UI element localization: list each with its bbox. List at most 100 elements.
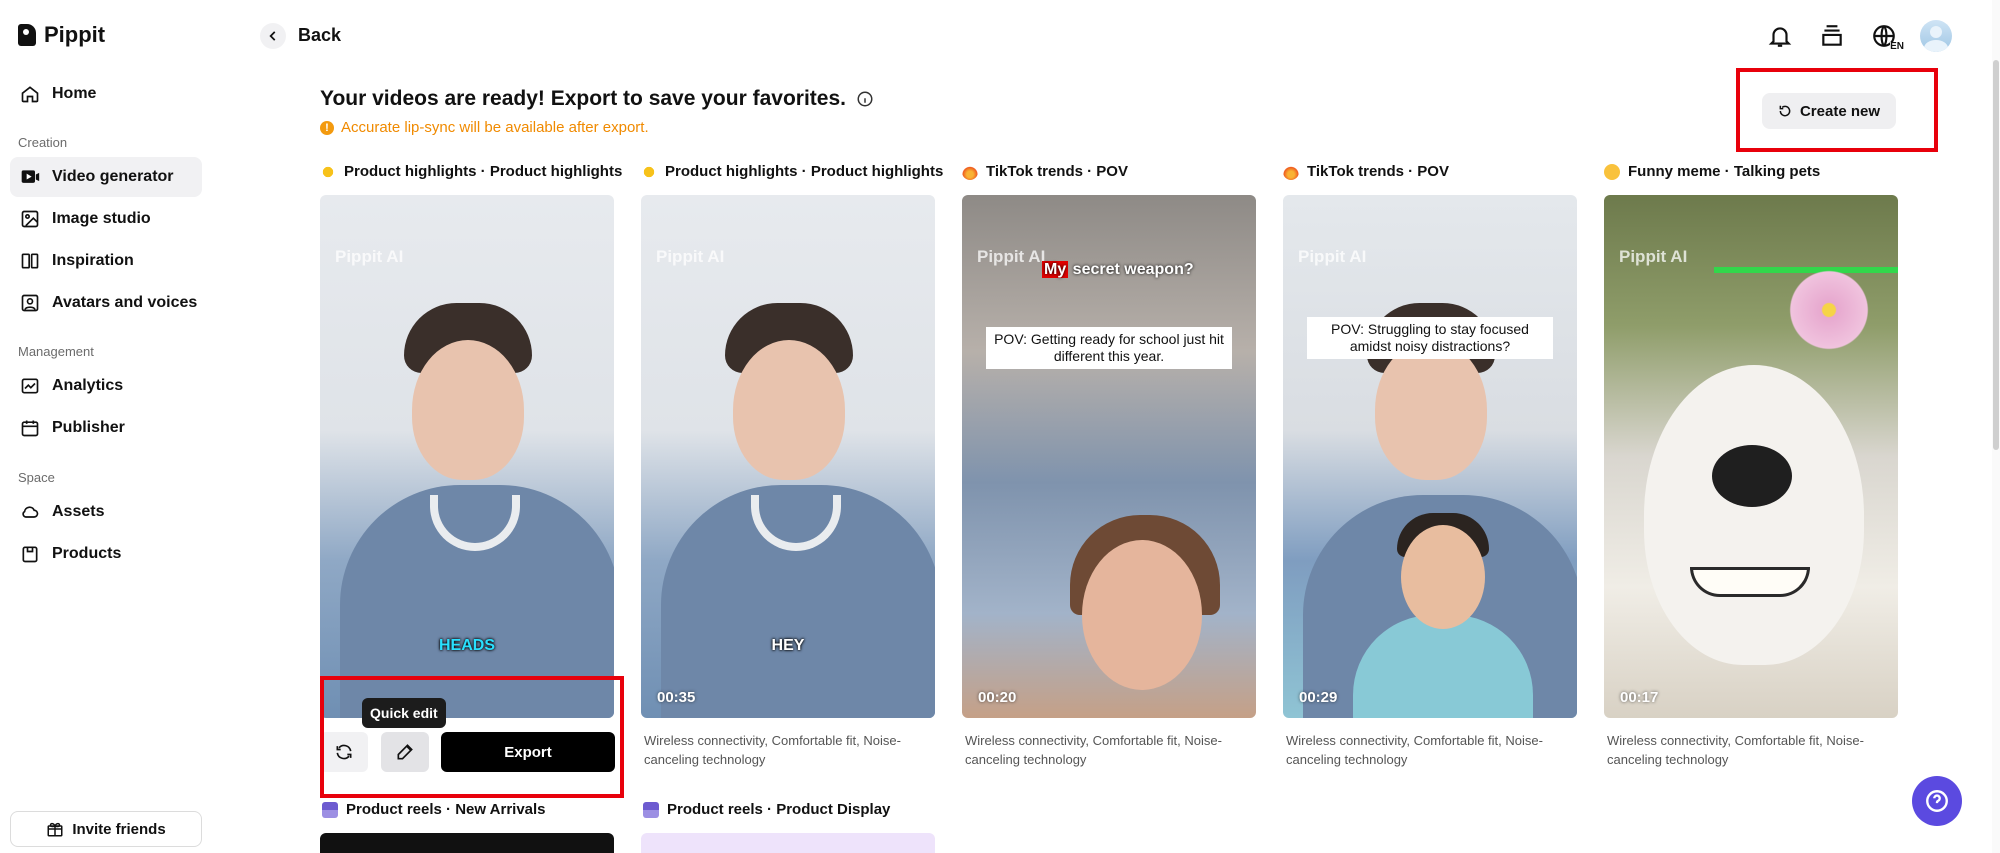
back-button[interactable] [260,23,286,49]
lip-sync-notice: ! Accurate lip-sync will be available af… [320,119,649,136]
inspiration-icon [21,253,39,269]
warning-icon: ! [320,120,334,135]
card-title-text: TikTok trends · POV [986,163,1128,180]
notifications-button[interactable] [1764,20,1796,52]
flower-graphic [1784,265,1874,355]
analytics-icon [21,378,39,394]
card-title-2: Product highlights · Product highlights [641,163,943,180]
sun-emoji-icon [320,163,336,180]
thumbnail-figure [1401,525,1485,629]
watermark: Pippit AI [1619,247,1688,266]
layers-button[interactable] [1816,20,1848,52]
highlight-box-create-new [1736,68,1938,152]
video-thumbnail-6[interactable] [320,833,614,853]
watermark: Pippit AI [335,247,404,266]
pov-caption: POV: Struggling to stay focused amidst n… [1307,317,1553,359]
video-caption: HEADS [438,637,495,654]
sidebar-item-avatars-and-voices[interactable]: Avatars and voices [10,283,202,323]
video-thumbnail-4[interactable]: Pippit AI POV: Struggling to stay focuse… [1283,195,1577,718]
video-duration: 00:17 [1620,689,1659,706]
card-title-text: TikTok trends · POV [1307,163,1449,180]
sidebar-item-label: Products [52,545,122,562]
section-label-creation: Creation [18,135,68,150]
sidebar-item-publisher[interactable]: Publisher [10,408,202,448]
video-duration: 00:35 [657,689,696,706]
sidebar-item-assets[interactable]: Assets [10,492,202,532]
bell-icon [1768,27,1792,47]
highlight-box-actions [320,676,624,798]
sidebar-item-label: Image studio [52,210,151,227]
video-thumbnail-1[interactable]: Pippit AI HEADS [320,195,614,718]
video-thumbnail-5[interactable]: Pippit AI 00:17 [1604,195,1898,718]
invite-friends-label: Invite friends [72,820,166,838]
card-description: Wireless connectivity, Comfortable fit, … [1286,733,1543,767]
info-icon[interactable] [856,90,874,108]
watermark: Pippit AI [977,247,1046,266]
dog-graphic [1644,365,1864,665]
card-description: Wireless connectivity, Comfortable fit, … [1607,733,1864,767]
card-title-5: Funny meme · Talking pets [1604,163,1820,180]
top-actions: EN [1764,20,1952,52]
video-duration: 00:20 [978,689,1017,706]
app-logo[interactable]: Pippit [18,22,105,48]
sidebar-item-label: Inspiration [52,252,134,269]
dog-graphic [1690,567,1810,597]
card-title-text: Product reels · New Arrivals [346,801,546,818]
fire-emoji-icon [1283,163,1299,180]
section-label-space: Space [18,470,55,485]
sidebar-item-video-generator[interactable]: Video generator [10,157,202,197]
user-avatar[interactable] [1920,20,1952,52]
laughing-emoji-icon [1604,163,1620,180]
card-title-7: Product reels · Product Display [643,801,890,818]
thumbnail-figure [412,340,524,480]
language-button[interactable]: EN [1868,20,1904,52]
video-thumbnail-7[interactable] [641,833,935,853]
box-icon [22,546,38,563]
sidebar-item-label: Assets [52,503,105,520]
sidebar-item-products[interactable]: Products [10,534,202,574]
card-title-6: Product reels · New Arrivals [322,801,546,818]
pippit-logo-icon [18,24,36,46]
page-title: Your videos are ready! Export to save yo… [320,87,846,110]
sidebar-item-analytics[interactable]: Analytics [10,366,202,406]
invite-friends-button[interactable]: Invite friends [10,811,202,847]
sidebar-item-home[interactable]: Home [10,74,202,114]
topline-highlight: My [1042,261,1069,278]
home-icon [21,86,39,103]
video-caption: HEY [771,637,805,654]
notice-text: Accurate lip-sync will be available afte… [341,119,649,136]
video-thumbnail-2[interactable]: Pippit AI HEY 00:35 [641,195,935,718]
sun-emoji-icon [641,163,657,180]
sidebar: Pippit Home Creation Video generator Ima… [0,0,212,853]
topline-text: secret weapon? [1068,261,1194,278]
video-generator-icon [21,170,40,183]
card-description: Wireless connectivity, Comfortable fit, … [644,733,901,767]
sidebar-item-inspiration[interactable]: Inspiration [10,241,202,281]
page-title-row: Your videos are ready! Export to save yo… [320,87,874,111]
robot-emoji-icon [322,801,338,818]
card-title-text: Product highlights · Product highlights [665,163,944,180]
sidebar-item-label: Video generator [52,168,174,185]
back-link[interactable]: Back [298,25,341,46]
layers-icon [1822,25,1842,46]
thumbnail-figure [1375,340,1487,480]
card-title-4: TikTok trends · POV [1283,163,1449,180]
card-title-text: Product highlights · Product highlights [344,163,623,180]
card-description: Wireless connectivity, Comfortable fit, … [965,733,1222,767]
card-title-text: Funny meme · Talking pets [1628,163,1821,180]
card-title-3: TikTok trends · POV [962,163,1128,180]
scrollbar-thumb[interactable] [1993,60,1999,450]
sidebar-item-label: Avatars and voices [52,294,198,311]
help-button[interactable] [1912,776,1962,826]
watermark: Pippit AI [656,247,725,266]
question-icon [1926,790,1948,812]
pov-caption: POV: Getting ready for school just hit d… [986,327,1232,369]
video-thumbnail-3[interactable]: Pippit AI My secret weapon? POV: Getting… [962,195,1256,718]
chevron-left-icon [269,31,276,41]
cloud-icon [22,506,39,518]
thumbnail-figure [1082,540,1202,690]
image-studio-icon [21,210,39,228]
language-badge: EN [1890,41,1904,52]
sidebar-item-image-studio[interactable]: Image studio [10,199,202,239]
thumbnail-figure [733,340,845,480]
